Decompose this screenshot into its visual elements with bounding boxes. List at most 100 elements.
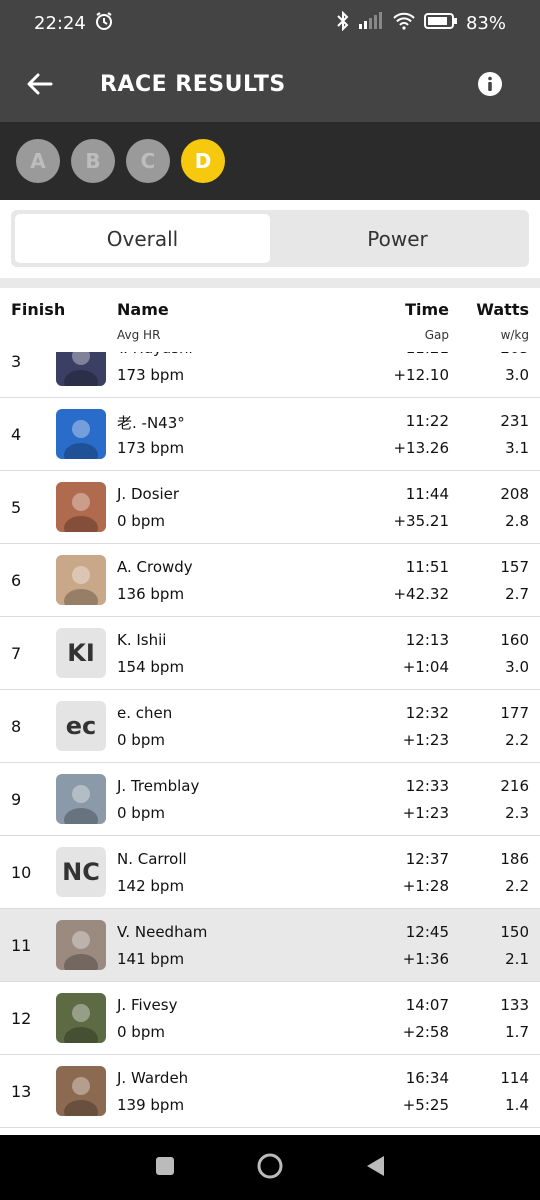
avatar-initials: KI [67, 639, 95, 667]
finish-time: 11:21 [406, 352, 449, 357]
finish-position: 4 [11, 424, 22, 444]
finish-position: 8 [11, 716, 22, 736]
avg-hr: 0 bpm [117, 804, 165, 822]
status-bar: 22:24 83% [0, 0, 540, 46]
tab-overall[interactable]: Overall [15, 214, 270, 263]
finish-position: 12 [11, 1008, 32, 1028]
col-gap: Gap [424, 328, 449, 342]
rider-name: J. Wardeh [117, 1069, 189, 1087]
avatar[interactable] [56, 352, 106, 386]
rider-name: N. Carroll [117, 850, 187, 868]
col-name: Name [117, 300, 169, 319]
results-rows: 3 Y. Hayashi 173 bpm 11:21 +12.10 203 3.… [0, 352, 540, 1128]
finish-position: 3 [11, 352, 22, 371]
avg-hr: 142 bpm [117, 877, 185, 895]
category-d-button[interactable]: D [181, 139, 225, 183]
finish-position: 10 [11, 862, 32, 882]
results-list[interactable]: 3 Y. Hayashi 173 bpm 11:21 +12.10 203 3.… [0, 352, 540, 1135]
avatar-photo [56, 482, 106, 532]
watts: 231 [500, 412, 529, 430]
avatar[interactable]: KI [56, 628, 106, 678]
avg-hr: 0 bpm [117, 512, 165, 530]
system-nav-bar [0, 1135, 540, 1200]
avatar-photo [56, 774, 106, 824]
avatar-photo [56, 555, 106, 605]
watts: 186 [500, 850, 529, 868]
table-row[interactable]: 4 老. -N43° 173 bpm 11:22 +13.26 231 3.1 [0, 398, 540, 471]
finish-position: 6 [11, 570, 22, 590]
avatar[interactable]: NC [56, 847, 106, 897]
time-gap: +1:23 [402, 731, 449, 749]
square-icon [156, 1156, 174, 1175]
recents-button[interactable] [154, 1155, 176, 1181]
circle-icon [257, 1153, 283, 1178]
avatar[interactable]: ec [56, 701, 106, 751]
segmented-control: Overall Power [11, 210, 529, 267]
back-button[interactable] [20, 64, 60, 104]
info-button[interactable] [470, 64, 510, 104]
avg-hr: 154 bpm [117, 658, 185, 676]
watts: 114 [500, 1069, 529, 1087]
tab-power[interactable]: Power [270, 214, 525, 263]
time-gap: +1:28 [402, 877, 449, 895]
table-header: Finish Name Avg HR Time Gap Watts w/kg [0, 288, 540, 352]
table-row[interactable]: 6 A. Crowdy 136 bpm 11:51 +42.32 157 2.7 [0, 544, 540, 617]
watts: 157 [500, 558, 529, 576]
avatar[interactable] [56, 1066, 106, 1116]
col-wkg: w/kg [500, 328, 529, 342]
avatar[interactable] [56, 555, 106, 605]
avg-hr: 139 bpm [117, 1096, 185, 1114]
watts: 177 [500, 704, 529, 722]
avg-hr: 141 bpm [117, 950, 185, 968]
category-a-button[interactable]: A [16, 139, 60, 183]
time-gap: +12.10 [393, 366, 449, 384]
finish-position: 13 [11, 1081, 32, 1101]
finish-time: 11:22 [405, 412, 449, 430]
table-row[interactable]: 8 ec e. chen 0 bpm 12:32 +1:23 177 2.2 [0, 690, 540, 763]
watts: 208 [500, 485, 529, 503]
avg-hr: 0 bpm [117, 731, 165, 749]
table-row[interactable]: 5 J. Dosier 0 bpm 11:44 +35.21 208 2.8 [0, 471, 540, 544]
back-nav-button[interactable] [364, 1154, 386, 1182]
home-button[interactable] [256, 1152, 284, 1184]
triangle-back-icon [367, 1155, 384, 1176]
rider-name: A. Crowdy [117, 558, 193, 576]
watts: 133 [500, 996, 529, 1014]
rider-name: J. Fivesy [117, 996, 178, 1014]
finish-time: 11:44 [405, 485, 449, 503]
time-gap: +2:58 [402, 1023, 449, 1041]
table-row[interactable]: 11 V. Needham 141 bpm 12:45 +1:36 150 2.… [0, 909, 540, 982]
finish-time: 12:13 [405, 631, 449, 649]
table-row[interactable]: 13 J. Wardeh 139 bpm 16:34 +5:25 114 1.4 [0, 1055, 540, 1128]
category-c-button[interactable]: C [126, 139, 170, 183]
divider [0, 278, 540, 288]
rider-name: J. Tremblay [117, 777, 200, 795]
col-time: Time [405, 300, 449, 319]
avatar[interactable] [56, 920, 106, 970]
avatar[interactable] [56, 482, 106, 532]
avg-hr: 0 bpm [117, 1023, 165, 1041]
finish-position: 9 [11, 789, 22, 809]
avatar[interactable] [56, 409, 106, 459]
finish-position: 5 [11, 497, 22, 517]
avatar-photo [56, 1066, 106, 1116]
table-row[interactable]: 12 J. Fivesy 0 bpm 14:07 +2:58 133 1.7 [0, 982, 540, 1055]
table-row[interactable]: 3 Y. Hayashi 173 bpm 11:21 +12.10 203 3.… [0, 352, 540, 398]
time-gap: +1:36 [402, 950, 449, 968]
finish-time: 14:07 [405, 996, 449, 1014]
avatar[interactable] [56, 993, 106, 1043]
avatar-initials: ec [65, 712, 97, 740]
watts: 203 [500, 352, 529, 357]
table-row[interactable]: 10 NC N. Carroll 142 bpm 12:37 +1:28 186… [0, 836, 540, 909]
table-row[interactable]: 7 KI K. Ishii 154 bpm 12:13 +1:04 160 3.… [0, 617, 540, 690]
avatar[interactable] [56, 774, 106, 824]
table-row[interactable]: 9 J. Tremblay 0 bpm 12:33 +1:23 216 2.3 [0, 763, 540, 836]
tabs-container: Overall Power [0, 200, 540, 278]
finish-time: 12:37 [405, 850, 449, 868]
category-b-button[interactable]: B [71, 139, 115, 183]
time-gap: +35.21 [393, 512, 449, 530]
category-selector: A B C D [0, 122, 540, 200]
finish-time: 12:32 [405, 704, 449, 722]
finish-time: 12:33 [405, 777, 449, 795]
avg-hr: 173 bpm [117, 439, 185, 457]
